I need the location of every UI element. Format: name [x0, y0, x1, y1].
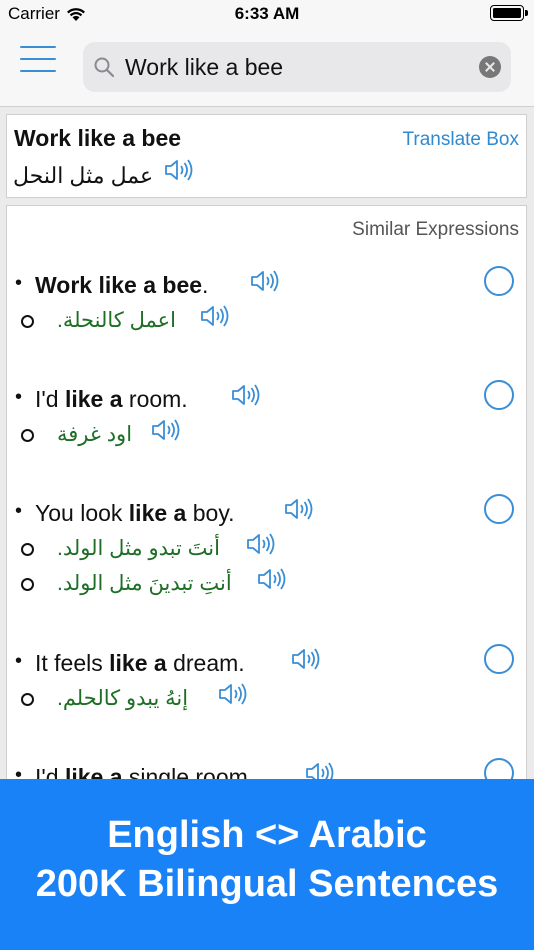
search-icon	[94, 57, 115, 78]
sentence-text: room.	[122, 386, 188, 412]
list-bullet: •	[15, 386, 23, 408]
sentence-text: boy.	[186, 500, 235, 526]
translation-header: Work like a bee Translate Box عمل مثل ال…	[6, 114, 527, 198]
sub-bullet	[21, 578, 34, 591]
select-circle-icon[interactable]	[484, 494, 514, 524]
speaker-icon[interactable]	[246, 531, 276, 557]
sub-bullet	[21, 543, 34, 556]
translate-box-link[interactable]: Translate Box	[402, 129, 519, 151]
arabic-sentence: اود غرفة	[57, 423, 133, 446]
speaker-icon[interactable]	[151, 417, 181, 443]
english-sentence: I'd like a room.	[35, 386, 188, 413]
speaker-icon[interactable]	[257, 566, 287, 592]
list-bullet: •	[15, 500, 23, 522]
english-sentence: It feels like a dream.	[35, 650, 245, 677]
status-bar: Carrier 6:33 AM	[0, 0, 534, 30]
list-bullet: •	[15, 650, 23, 672]
status-time: 6:33 AM	[234, 4, 300, 23]
english-sentence: You look like a boy.	[35, 500, 235, 527]
search-input[interactable]	[125, 42, 465, 92]
keyword-highlight: like a	[64, 386, 123, 412]
nav-bar	[0, 30, 534, 107]
similar-expressions-list: Similar Expressions • Work like a bee. اعم…	[6, 205, 527, 805]
promo-headline: English <> Arabic	[107, 814, 427, 856]
sentence-text: I'd	[35, 386, 65, 412]
arabic-sentence: إنهُ يبدو كالحلم.	[57, 687, 189, 710]
speaker-icon[interactable]	[231, 382, 261, 408]
speaker-icon[interactable]	[291, 646, 321, 672]
sub-bullet	[21, 315, 34, 328]
menu-icon-line	[20, 46, 56, 48]
keyword-highlight: Work like a bee	[35, 272, 203, 298]
sub-bullet	[21, 693, 34, 706]
battery-icon	[490, 5, 528, 21]
arabic-sentence: أنتَ تبدو مثل الولد.	[57, 537, 220, 560]
speaker-icon[interactable]	[164, 157, 194, 183]
arabic-translation: عمل مثل النحل	[13, 163, 154, 188]
select-circle-icon[interactable]	[484, 266, 514, 296]
keyword-highlight: like a	[109, 650, 167, 676]
speaker-icon[interactable]	[250, 268, 280, 294]
keyword-highlight: like a	[128, 500, 187, 526]
list-bullet: •	[15, 272, 23, 294]
sentence-text: dream.	[166, 650, 245, 676]
arabic-sentence: اعمل كالنحلة.	[57, 309, 176, 332]
sentence-text: You look	[35, 500, 129, 526]
speaker-icon[interactable]	[284, 496, 314, 522]
english-phrase: Work like a bee	[14, 125, 182, 151]
menu-button[interactable]	[20, 46, 56, 72]
select-circle-icon[interactable]	[484, 644, 514, 674]
section-title: Similar Expressions	[352, 219, 519, 240]
promo-subline: 200K Bilingual Sentences	[35, 863, 499, 905]
select-circle-icon[interactable]	[484, 380, 514, 410]
sentence-text: .	[202, 272, 209, 298]
arabic-sentence: أنتِ تبدينَ مثل الولد.	[57, 572, 232, 595]
menu-icon-line	[20, 70, 56, 72]
promo-banner: English <> Arabic 200K Bilingual Sentenc…	[0, 779, 534, 950]
sentence-text: It feels	[35, 650, 110, 676]
clear-icon[interactable]	[479, 56, 501, 78]
speaker-icon[interactable]	[200, 303, 230, 329]
speaker-icon[interactable]	[218, 681, 248, 707]
search-bar	[83, 42, 511, 92]
menu-icon-line	[20, 58, 56, 60]
sub-bullet	[21, 429, 34, 442]
english-sentence: Work like a bee.	[35, 272, 208, 299]
